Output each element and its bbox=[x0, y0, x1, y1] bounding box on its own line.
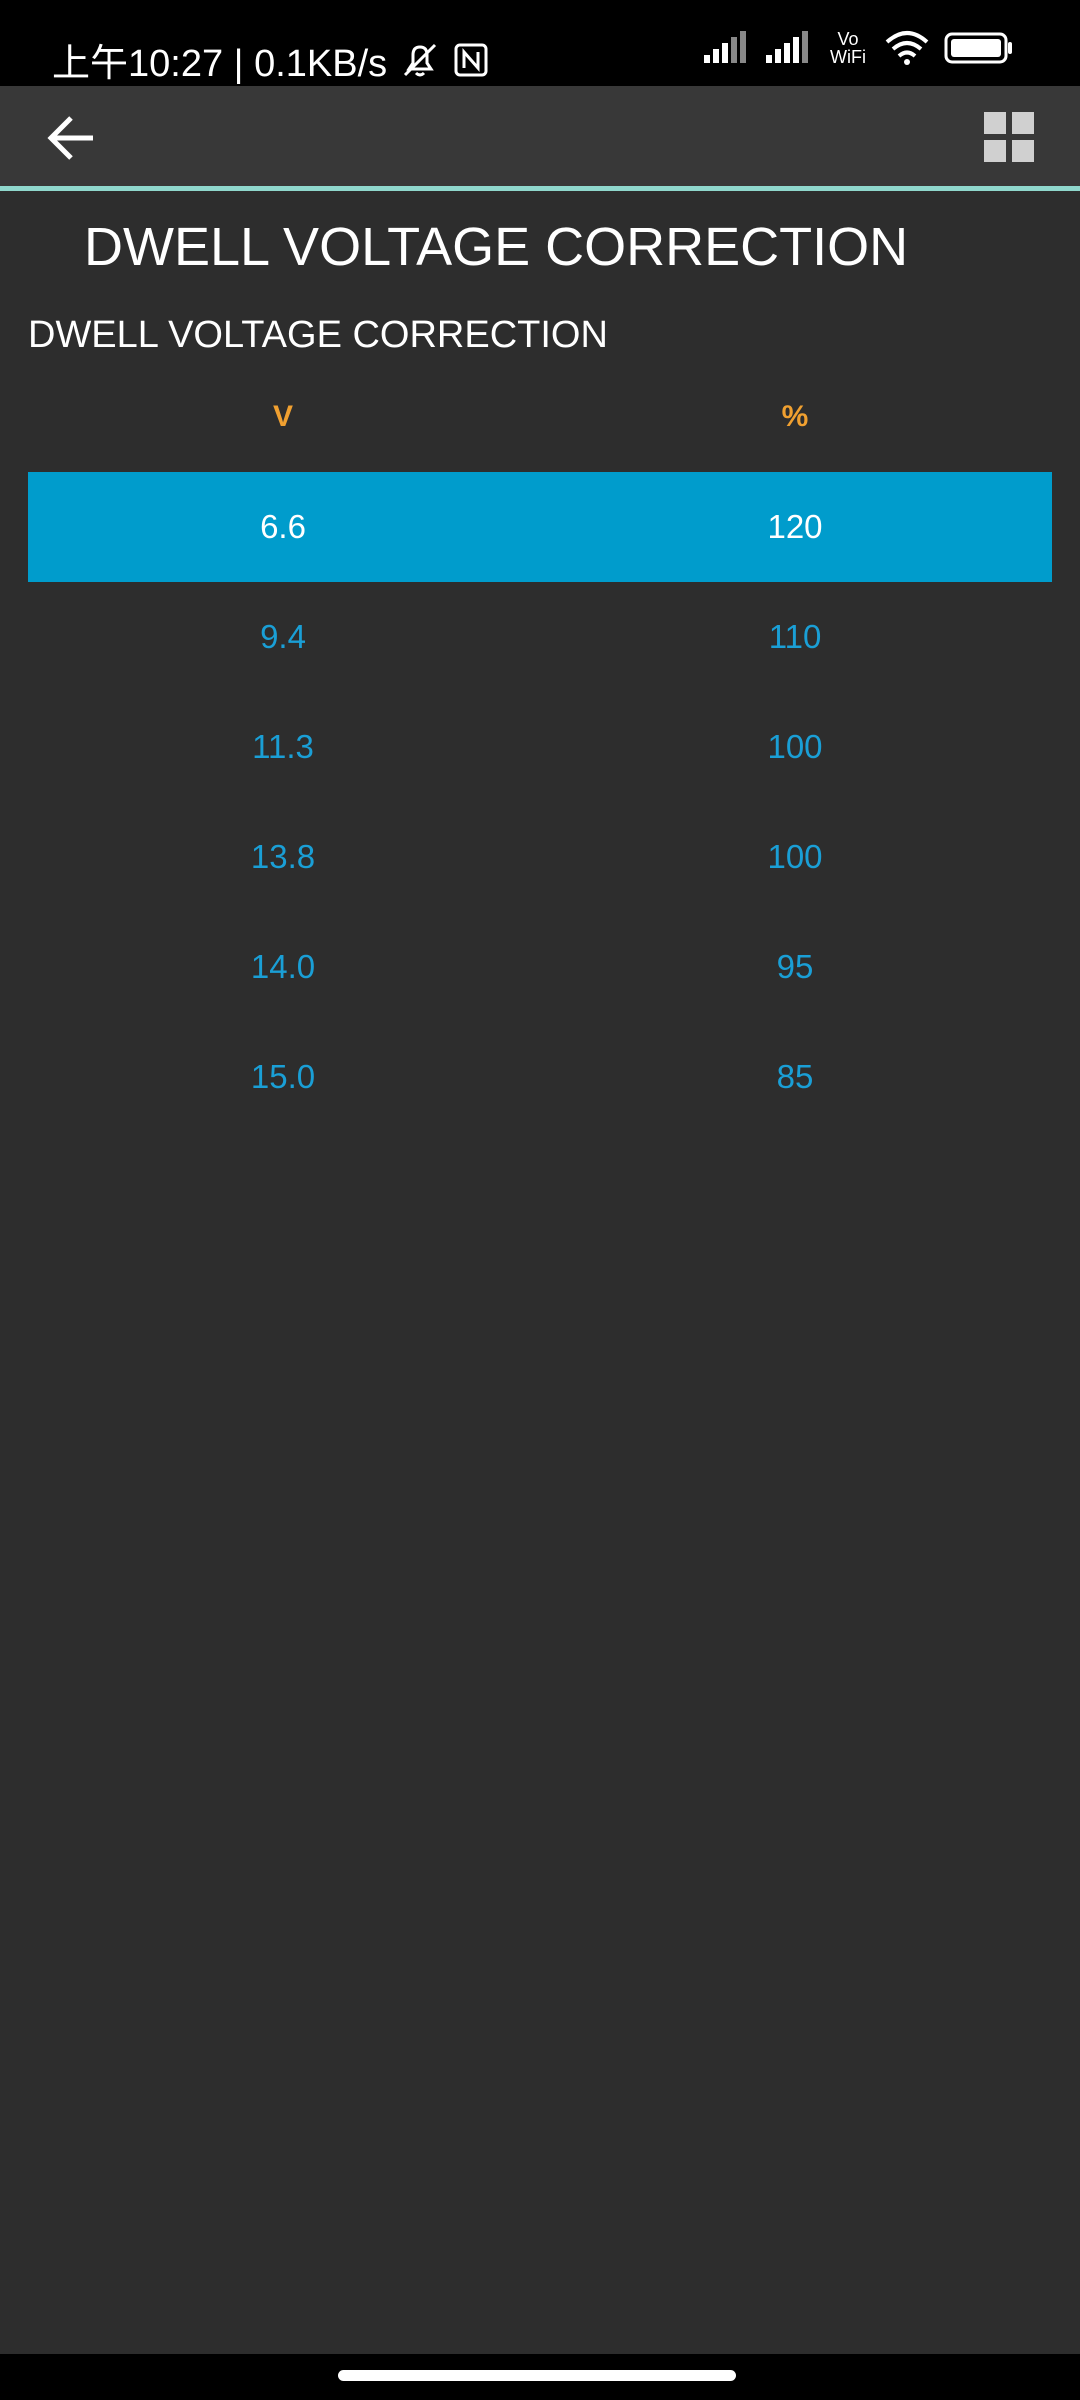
cell-voltage: 13.8 bbox=[250, 838, 316, 875]
column-header-percent: % bbox=[781, 400, 809, 433]
cell-voltage: 9.4 bbox=[260, 618, 306, 655]
battery-icon bbox=[944, 32, 1012, 64]
cell-voltage: 11.3 bbox=[252, 728, 314, 765]
table-row[interactable]: 14.0 95 bbox=[28, 912, 1052, 1022]
cell-voltage: 15.0 bbox=[250, 1058, 316, 1095]
wifi-icon bbox=[885, 31, 929, 65]
arrow-left-icon bbox=[47, 116, 93, 160]
cell-percent: 100 bbox=[767, 838, 823, 875]
cell-percent: 85 bbox=[776, 1058, 814, 1095]
app-toolbar bbox=[0, 86, 1080, 186]
status-time-speed: 上午10:27 | 0.1KB/s bbox=[52, 43, 388, 85]
signal-icon bbox=[766, 31, 808, 63]
cell-percent: 110 bbox=[768, 618, 822, 655]
navigation-bar bbox=[0, 2354, 1080, 2400]
column-header-v: V bbox=[272, 400, 293, 433]
cell-percent: 100 bbox=[767, 728, 823, 765]
nfc-icon bbox=[454, 43, 488, 76]
grid-menu-button[interactable] bbox=[982, 110, 1042, 170]
notifications-muted-icon bbox=[404, 43, 437, 76]
status-bar: 上午10:27 | 0.1KB/s Vo WiFi bbox=[0, 0, 1080, 86]
table-row[interactable]: 6.6 120 bbox=[28, 472, 1052, 582]
grid-icon bbox=[984, 112, 1034, 162]
home-gesture-bar[interactable] bbox=[338, 2370, 736, 2381]
cell-voltage: 6.6 bbox=[260, 508, 306, 545]
cell-voltage: 14.0 bbox=[250, 948, 316, 985]
table-row[interactable]: 11.3 100 bbox=[28, 692, 1052, 802]
page-title: DWELL VOLTAGE CORRECTION bbox=[84, 217, 909, 277]
table-row[interactable]: 9.4 110 bbox=[28, 582, 1052, 692]
vowifi-label: Vo WiFi bbox=[830, 29, 866, 67]
back-button[interactable] bbox=[40, 106, 104, 170]
correction-table: 6.6 120 9.4 110 11.3 100 13.8 100 14.0 9… bbox=[28, 472, 1052, 1132]
cell-percent: 120 bbox=[767, 508, 823, 545]
cell-percent: 95 bbox=[776, 948, 814, 985]
toolbar-accent-line bbox=[0, 186, 1080, 191]
table-row[interactable]: 13.8 100 bbox=[28, 802, 1052, 912]
table-row[interactable]: 15.0 85 bbox=[28, 1022, 1052, 1132]
signal-icon bbox=[704, 31, 746, 63]
section-title: DWELL VOLTAGE CORRECTION bbox=[28, 314, 608, 356]
